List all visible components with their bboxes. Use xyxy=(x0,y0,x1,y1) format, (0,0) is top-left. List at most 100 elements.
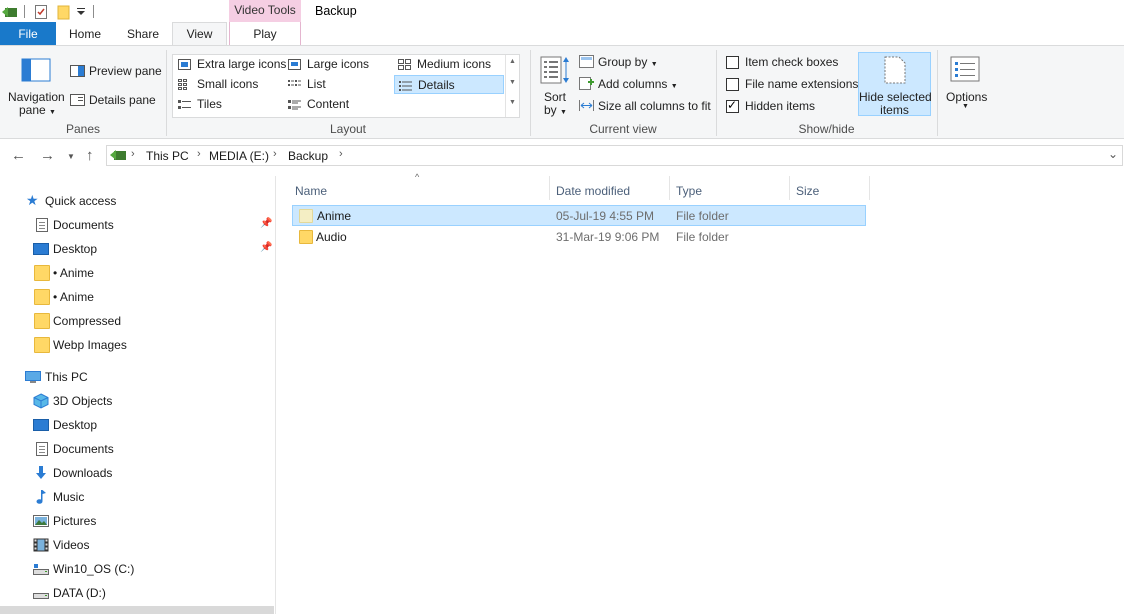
nav-pictures[interactable]: Pictures xyxy=(0,510,274,532)
nav-item-label: Quick access xyxy=(45,194,117,208)
nav-documents[interactable]: Documents xyxy=(0,438,274,460)
gallery-scroll-down-icon[interactable]: ▼ xyxy=(509,79,516,86)
column-divider[interactable] xyxy=(669,176,670,200)
nav-item-label: Desktop xyxy=(53,418,98,432)
preview-pane-icon xyxy=(70,65,85,77)
breadcrumb-this-pc[interactable]: This PC xyxy=(146,149,189,163)
layout-option-label: Small icons xyxy=(197,77,259,91)
explorer-icon[interactable] xyxy=(2,4,18,20)
nav-item-label: • Anime xyxy=(53,266,94,280)
nav-item-label: Desktop xyxy=(53,242,98,256)
gallery-more-icon[interactable]: ▼ xyxy=(509,99,516,106)
group-label-current-view: Current view xyxy=(589,122,657,136)
layout-extra-large-icons[interactable]: Extra large icons xyxy=(174,55,286,74)
layout-list[interactable]: List xyxy=(284,75,394,94)
nav-videos[interactable]: Videos xyxy=(0,534,274,556)
layout-option-label: Tiles xyxy=(197,97,222,111)
nav-item-label: Videos xyxy=(53,538,90,552)
nav-drive-e-selected[interactable] xyxy=(0,606,274,614)
nav-downloads[interactable]: Downloads xyxy=(0,462,274,484)
layout-large-icons[interactable]: Large icons xyxy=(284,55,394,74)
nav-drive-c[interactable]: Win10_OS (C:) xyxy=(0,558,274,580)
gallery-scrollbar[interactable]: ▲ ▼ ▼ xyxy=(505,55,519,117)
layout-tiles[interactable]: Tiles xyxy=(174,95,284,114)
navigation-pane-label: Navigation xyxy=(8,90,65,104)
content-icon xyxy=(288,100,301,110)
nav-quick-compressed[interactable]: Compressed xyxy=(0,310,274,332)
tab-play[interactable]: Play xyxy=(229,22,301,46)
column-header-name[interactable]: Name xyxy=(295,180,327,202)
item-check-boxes-checkbox[interactable] xyxy=(726,56,739,69)
column-divider[interactable] xyxy=(869,176,870,200)
pane-splitter[interactable] xyxy=(275,176,276,614)
navigation-pane: ★ Quick access Documents 📌 Desktop 📌 • A… xyxy=(0,176,276,614)
layout-option-label: Large icons xyxy=(307,57,370,71)
up-arrow-icon[interactable]: ↑ xyxy=(86,147,94,164)
nav-desktop[interactable]: Desktop xyxy=(0,414,274,436)
file-name-extensions-checkbox[interactable] xyxy=(726,78,739,91)
layout-details[interactable]: Details xyxy=(394,75,504,94)
new-folder-icon[interactable] xyxy=(56,4,72,20)
item-check-boxes-label: Item check boxes xyxy=(745,55,839,69)
nav-quick-anime-2[interactable]: • Anime xyxy=(0,286,274,308)
column-header-size[interactable]: Size xyxy=(796,180,819,202)
forward-arrow-icon[interactable]: → xyxy=(40,147,55,164)
video-tools-header: Video Tools xyxy=(229,0,301,22)
column-divider[interactable] xyxy=(789,176,790,200)
breadcrumb-separator-icon[interactable]: › xyxy=(131,148,135,160)
3d-objects-icon xyxy=(33,393,49,409)
pin-icon[interactable]: 📌 xyxy=(260,242,272,253)
nav-music[interactable]: Music xyxy=(0,486,274,508)
breadcrumb-separator-icon[interactable]: › xyxy=(273,148,277,160)
hide-selected-items-button[interactable]: Hide selected items xyxy=(858,52,932,117)
folder-icon xyxy=(299,209,313,223)
chevron-down-icon: ▼ xyxy=(560,109,567,116)
nav-quick-documents[interactable]: Documents 📌 xyxy=(0,214,274,236)
nav-quick-desktop[interactable]: Desktop 📌 xyxy=(0,238,274,260)
title-bar: Video Tools Backup xyxy=(0,0,1124,24)
customize-dropdown-icon[interactable] xyxy=(74,4,90,20)
tab-view[interactable]: View xyxy=(172,22,227,46)
layout-content[interactable]: Content xyxy=(284,95,394,114)
window-title: Backup xyxy=(315,4,357,18)
breadcrumb-backup[interactable]: Backup xyxy=(288,149,328,163)
table-row[interactable]: Anime 05-Jul-19 4:55 PM File folder xyxy=(292,205,866,226)
folder-icon xyxy=(34,289,50,305)
toolbar-separator xyxy=(93,5,94,18)
medium-icons-icon xyxy=(398,59,411,70)
ribbon: Navigation pane ▼ Preview pane Details p… xyxy=(0,45,1124,139)
extra-large-icons-icon xyxy=(178,59,191,70)
hidden-items-checkbox[interactable] xyxy=(726,98,739,113)
tab-home[interactable]: Home xyxy=(56,22,114,46)
back-arrow-icon[interactable]: ← xyxy=(11,147,26,164)
row-date-modified: 05-Jul-19 4:55 PM xyxy=(556,209,655,223)
nav-item-label: Downloads xyxy=(53,466,113,480)
nav-drive-d[interactable]: DATA (D:) xyxy=(0,582,274,604)
nav-3d-objects[interactable]: 3D Objects xyxy=(0,390,274,412)
column-divider[interactable] xyxy=(549,176,550,200)
tab-file[interactable]: File xyxy=(0,22,56,46)
layout-small-icons[interactable]: Small icons xyxy=(174,75,284,94)
recent-locations-chevron-icon[interactable]: ▼ xyxy=(67,152,75,161)
nav-item-label: Documents xyxy=(53,218,114,232)
breadcrumb-separator-icon[interactable]: › xyxy=(339,148,343,160)
address-bar[interactable]: › This PC › MEDIA (E:) › Backup › ⌄ xyxy=(106,145,1123,166)
pin-icon[interactable]: 📌 xyxy=(260,218,272,229)
nav-quick-webp-images[interactable]: Webp Images xyxy=(0,334,274,356)
nav-item-label: Win10_OS (C:) xyxy=(53,562,135,576)
nav-item-label: Music xyxy=(53,490,85,504)
tab-share[interactable]: Share xyxy=(114,22,172,46)
layout-medium-icons[interactable]: Medium icons xyxy=(394,55,504,74)
nav-quick-anime-1[interactable]: • Anime xyxy=(0,262,274,284)
list-icon xyxy=(288,80,301,86)
nav-quick-access[interactable]: ★ Quick access xyxy=(0,190,274,212)
table-row[interactable]: Audio 31-Mar-19 9:06 PM File folder xyxy=(292,226,866,247)
address-dropdown-chevron-icon[interactable]: ⌄ xyxy=(1108,147,1118,161)
breadcrumb-media-drive[interactable]: MEDIA (E:) xyxy=(209,149,269,163)
nav-this-pc[interactable]: This PC xyxy=(0,366,274,388)
breadcrumb-separator-icon[interactable]: › xyxy=(197,148,201,160)
properties-icon[interactable] xyxy=(33,4,49,20)
column-header-type[interactable]: Type xyxy=(676,180,702,202)
gallery-scroll-up-icon[interactable]: ▲ xyxy=(509,58,516,65)
column-header-date-modified[interactable]: Date modified xyxy=(556,180,630,202)
